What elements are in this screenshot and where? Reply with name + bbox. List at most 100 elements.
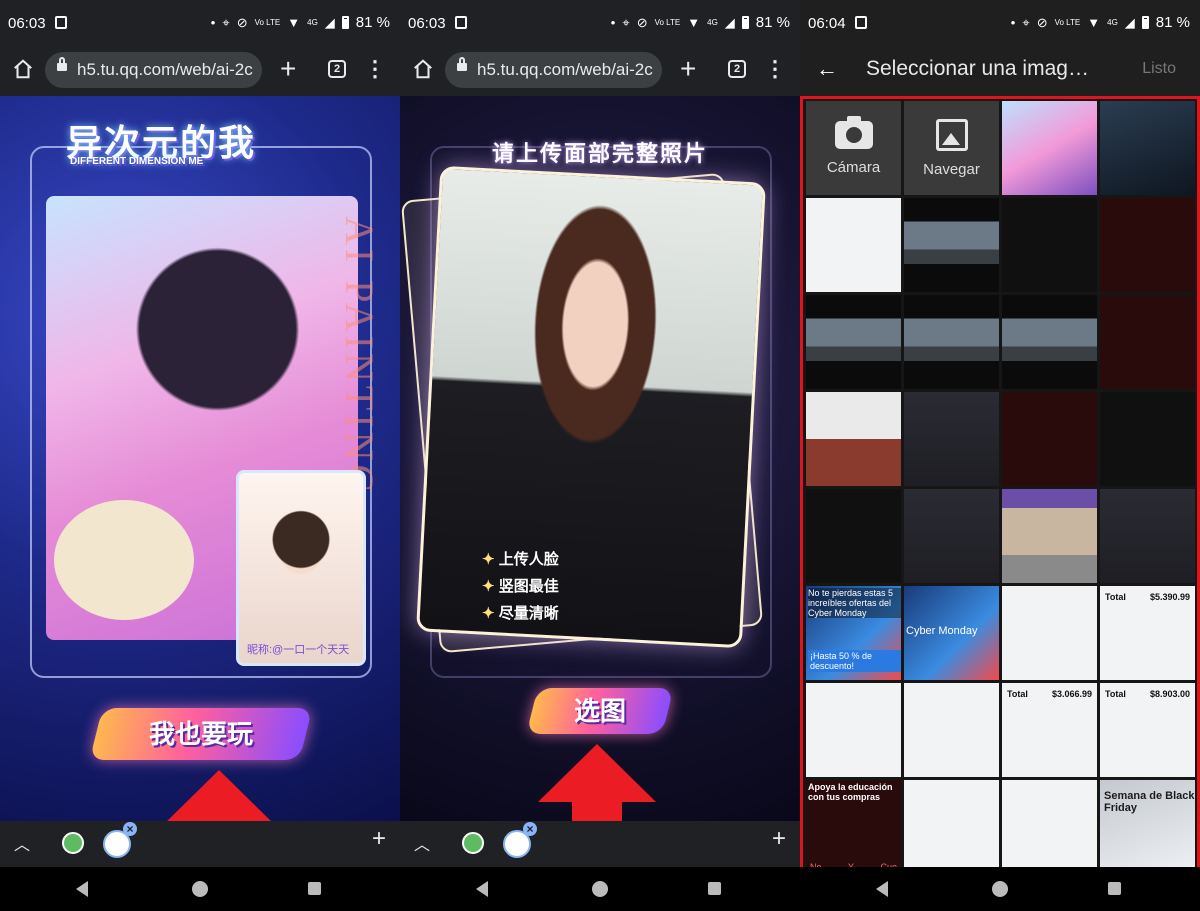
web-content: 请上传面部完整照片 上传人脸 竖图最佳 尽量清晰 选图 bbox=[400, 96, 800, 821]
system-nav-bar bbox=[0, 867, 400, 911]
chevron-up-icon[interactable]: ︿ bbox=[414, 831, 430, 855]
tab-favicon-2[interactable] bbox=[103, 822, 137, 858]
image-thumbnail[interactable] bbox=[904, 489, 999, 583]
wifi-icon: ▼ bbox=[1087, 15, 1101, 30]
new-tab-button[interactable]: + bbox=[680, 52, 696, 86]
home-icon[interactable] bbox=[12, 58, 34, 80]
back-icon[interactable] bbox=[76, 881, 88, 897]
chevron-up-icon[interactable]: ︿ bbox=[14, 831, 30, 855]
thumb-caption: 昵称:@一口一个天天 bbox=[247, 644, 350, 656]
image-thumbnail[interactable] bbox=[1100, 198, 1195, 292]
tab-favicon-1[interactable] bbox=[62, 832, 84, 854]
image-thumbnail[interactable]: Semana de Black Friday bbox=[1100, 780, 1195, 874]
image-thumbnail[interactable] bbox=[1100, 489, 1195, 583]
image-thumbnail[interactable]: Total $5.390.99 bbox=[1100, 586, 1195, 680]
image-thumbnail[interactable] bbox=[904, 683, 999, 777]
select-image-button[interactable]: 选图 bbox=[526, 688, 674, 734]
browse-option[interactable]: Navegar bbox=[904, 101, 999, 195]
recents-icon[interactable] bbox=[708, 882, 721, 895]
image-thumbnail[interactable] bbox=[806, 392, 901, 486]
image-thumbnail[interactable] bbox=[1100, 101, 1195, 195]
network-type: 4G bbox=[307, 17, 318, 27]
image-thumbnail[interactable]: Total $8.903.00 bbox=[1100, 683, 1195, 777]
url-bar[interactable]: h5.tu.qq.com/web/ai-2c bbox=[45, 52, 262, 88]
image-thumbnail[interactable] bbox=[1002, 392, 1097, 486]
mute-icon: ⊘ bbox=[236, 14, 248, 30]
tab-strip: ︿ + bbox=[400, 821, 800, 867]
menu-button[interactable]: ⋮ bbox=[764, 54, 786, 84]
upload-tips: 上传人脸 竖图最佳 尽量清晰 bbox=[482, 546, 559, 627]
image-thumbnail[interactable] bbox=[904, 780, 999, 874]
volte-indicator: Vo LTE bbox=[1054, 17, 1081, 27]
image-thumbnail[interactable]: Total $3.066.99 bbox=[1002, 683, 1097, 777]
logo-subtitle: DIFFERENT DIMENSION ME bbox=[70, 156, 204, 167]
battery-icon bbox=[341, 16, 349, 29]
promo-footer: ¡Hasta 50 % de descuento! bbox=[808, 650, 901, 672]
new-tab-button[interactable]: + bbox=[280, 52, 296, 86]
back-icon[interactable] bbox=[876, 881, 888, 897]
image-thumbnail[interactable] bbox=[806, 489, 901, 583]
browser-toolbar: h5.tu.qq.com/web/ai-2c + 2 ⋮ bbox=[0, 48, 400, 92]
image-thumbnail[interactable]: No te pierdas estas 5 increíbles ofertas… bbox=[806, 586, 901, 680]
image-thumbnail[interactable] bbox=[904, 198, 999, 292]
picker-header: ← Seleccionar una imag… Listo bbox=[800, 48, 1200, 92]
volte-indicator: Vo LTE bbox=[654, 17, 681, 27]
phone-screen-2: 06:03 • ⌖ ⊘ Vo LTE ▼ 4G ◢ 81 % h5.tu.qq.… bbox=[400, 0, 800, 911]
image-thumbnail[interactable] bbox=[904, 295, 999, 389]
home-icon[interactable] bbox=[412, 58, 434, 80]
image-thumbnail[interactable] bbox=[1002, 489, 1097, 583]
cyber-monday-label: Cyber Monday bbox=[906, 625, 978, 637]
tab-switcher-button[interactable]: 2 bbox=[328, 60, 346, 78]
image-thumbnail[interactable] bbox=[1002, 586, 1097, 680]
home-button[interactable] bbox=[592, 881, 608, 897]
image-thumbnail[interactable] bbox=[1100, 295, 1195, 389]
url-bar[interactable]: h5.tu.qq.com/web/ai-2c bbox=[445, 52, 662, 88]
wifi-icon: ▼ bbox=[687, 15, 701, 30]
battery-percent: 81 % bbox=[1155, 14, 1190, 31]
dot-icon: • bbox=[1010, 15, 1016, 30]
home-button[interactable] bbox=[992, 881, 1008, 897]
play-button[interactable]: 我也要玩 bbox=[89, 708, 313, 760]
volte-indicator: Vo LTE bbox=[254, 17, 281, 27]
image-thumbnail[interactable] bbox=[1002, 295, 1097, 389]
tab-switcher-button[interactable]: 2 bbox=[728, 60, 746, 78]
add-tab-button[interactable]: + bbox=[372, 825, 386, 853]
lock-icon bbox=[457, 57, 467, 71]
image-thumbnail[interactable] bbox=[904, 392, 999, 486]
recents-icon[interactable] bbox=[1108, 882, 1121, 895]
camera-option[interactable]: Cámara bbox=[806, 101, 901, 195]
dot-icon: • bbox=[610, 15, 616, 30]
black-friday-label: Semana de Black Friday bbox=[1104, 790, 1195, 814]
back-arrow-icon[interactable]: ← bbox=[816, 56, 838, 82]
status-bar: 06:04 • ⌖ ⊘ Vo LTE ▼ 4G ◢ 81 % bbox=[800, 0, 1200, 48]
signal-icon: ◢ bbox=[724, 14, 735, 30]
status-time: 06:04 bbox=[808, 15, 846, 32]
done-button[interactable]: Listo bbox=[1142, 60, 1176, 78]
image-thumbnail[interactable] bbox=[1002, 780, 1097, 874]
tab-favicon-2[interactable] bbox=[503, 822, 537, 858]
location-icon: ⌖ bbox=[222, 14, 230, 30]
promo-title: No te pierdas estas 5 increíbles ofertas… bbox=[808, 588, 901, 618]
user-photo-thumbnail: 昵称:@一口一个天天 bbox=[236, 470, 366, 666]
gallery-icon bbox=[935, 118, 968, 151]
mute-icon: ⊘ bbox=[636, 14, 648, 30]
image-thumbnail[interactable] bbox=[1100, 392, 1195, 486]
image-thumbnail[interactable] bbox=[806, 198, 901, 292]
image-thumbnail[interactable]: Apoya la educación con tus compras No Y … bbox=[806, 780, 901, 874]
recents-icon[interactable] bbox=[308, 882, 321, 895]
image-thumbnail[interactable]: Cyber Monday bbox=[904, 586, 999, 680]
tab-favicon-1[interactable] bbox=[462, 832, 484, 854]
home-button[interactable] bbox=[192, 881, 208, 897]
add-tab-button[interactable]: + bbox=[772, 825, 786, 853]
image-thumbnail[interactable] bbox=[806, 683, 901, 777]
status-bar: 06:03 • ⌖ ⊘ Vo LTE ▼ 4G ◢ 81 % bbox=[0, 0, 400, 48]
image-thumbnail[interactable] bbox=[806, 295, 901, 389]
total-value: $8.903.00 bbox=[1149, 689, 1190, 699]
image-thumbnail[interactable] bbox=[1002, 101, 1097, 195]
image-grid: Cámara Navegar No te pierdas estas 5 inc… bbox=[806, 101, 1195, 874]
back-icon[interactable] bbox=[476, 881, 488, 897]
status-time: 06:03 bbox=[8, 15, 46, 32]
menu-button[interactable]: ⋮ bbox=[364, 54, 386, 84]
lock-icon bbox=[57, 57, 67, 71]
image-thumbnail[interactable] bbox=[1002, 198, 1097, 292]
